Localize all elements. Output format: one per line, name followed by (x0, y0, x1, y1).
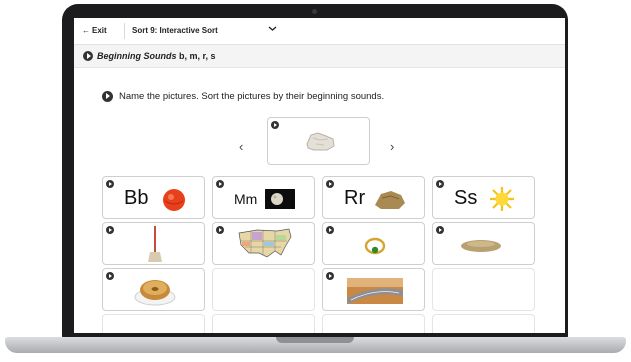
app-screen: ← Exit Sort 9: Interactive Sort Beginning… (74, 18, 565, 333)
play-audio-icon[interactable] (83, 51, 93, 61)
top-bar: ← Exit Sort 9: Interactive Sort (74, 18, 565, 45)
play-audio-icon[interactable] (436, 226, 444, 234)
play-audio-icon[interactable] (326, 272, 334, 280)
laptop-frame: ← Exit Sort 9: Interactive Sort Beginning… (0, 0, 631, 362)
sort-title: Sort 9: Interactive Sort (132, 26, 218, 35)
play-audio-icon[interactable] (106, 180, 114, 188)
road-icon (347, 278, 403, 304)
sort-header-bb[interactable]: Bb (102, 176, 205, 219)
lesson-title-italic: Beginning Sounds (97, 51, 177, 61)
play-audio-icon[interactable] (271, 121, 279, 129)
lesson-bar: Beginning Sounds b, m, r, s (74, 45, 565, 68)
instruction-text: Name the pictures. Sort the pictures by … (119, 91, 385, 103)
play-audio-icon[interactable] (106, 272, 114, 280)
sort-card-bagel[interactable] (102, 268, 205, 311)
sort-card-empty[interactable] (212, 268, 315, 311)
lesson-title-letters: b, m, r, s (179, 51, 216, 61)
exit-label: Exit (92, 26, 107, 35)
sort-card-empty[interactable] (212, 314, 315, 333)
play-audio-icon[interactable] (326, 226, 334, 234)
current-picture-card[interactable] (267, 117, 370, 165)
broom-icon (148, 226, 162, 262)
play-audio-icon[interactable] (102, 91, 113, 102)
sort-card-empty[interactable] (322, 314, 425, 333)
sun-icon (490, 187, 514, 211)
ball-icon (163, 189, 185, 211)
map-icon (238, 228, 292, 258)
sort-card-broom[interactable] (102, 222, 205, 265)
rock-icon (306, 132, 335, 151)
sort-header-rr[interactable]: Rr (322, 176, 425, 219)
sand-icon (461, 240, 501, 252)
sort-card-empty[interactable] (102, 314, 205, 333)
header-letters: Bb (124, 187, 149, 209)
play-audio-icon[interactable] (106, 226, 114, 234)
sort-card-empty[interactable] (432, 268, 535, 311)
sort-card-road[interactable] (322, 268, 425, 311)
chevron-down-icon[interactable] (268, 24, 277, 34)
divider (124, 23, 125, 39)
rock-icon (375, 191, 405, 209)
sort-header-mm[interactable]: Mm (212, 176, 315, 219)
play-audio-icon[interactable] (326, 180, 334, 188)
bagel-icon (134, 280, 176, 306)
sort-selector[interactable]: Sort 9: Interactive Sort (132, 26, 282, 35)
sort-header-ss[interactable]: Ss (432, 176, 535, 219)
instruction: Name the pictures. Sort the pictures by … (102, 91, 384, 102)
sort-card-sand[interactable] (432, 222, 535, 265)
prev-arrow-icon[interactable]: ‹ (239, 139, 243, 154)
play-audio-icon[interactable] (216, 180, 224, 188)
play-audio-icon[interactable] (436, 180, 444, 188)
play-audio-icon[interactable] (216, 226, 224, 234)
moon-icon (265, 189, 295, 209)
sort-card-map[interactable] (212, 222, 315, 265)
lesson-title: Beginning Sounds b, m, r, s (97, 51, 216, 61)
header-letters: Ss (454, 187, 478, 209)
ring-icon (364, 237, 386, 255)
exit-button[interactable]: ← Exit (82, 26, 107, 35)
next-arrow-icon[interactable]: › (390, 139, 394, 154)
webcam (312, 9, 317, 14)
sort-card-empty[interactable] (432, 314, 535, 333)
header-letters: Rr (344, 187, 366, 209)
sort-card-ring[interactable] (322, 222, 425, 265)
header-letters: Mm (234, 191, 258, 207)
back-arrow-icon: ← (82, 26, 90, 35)
laptop-notch (276, 337, 354, 343)
